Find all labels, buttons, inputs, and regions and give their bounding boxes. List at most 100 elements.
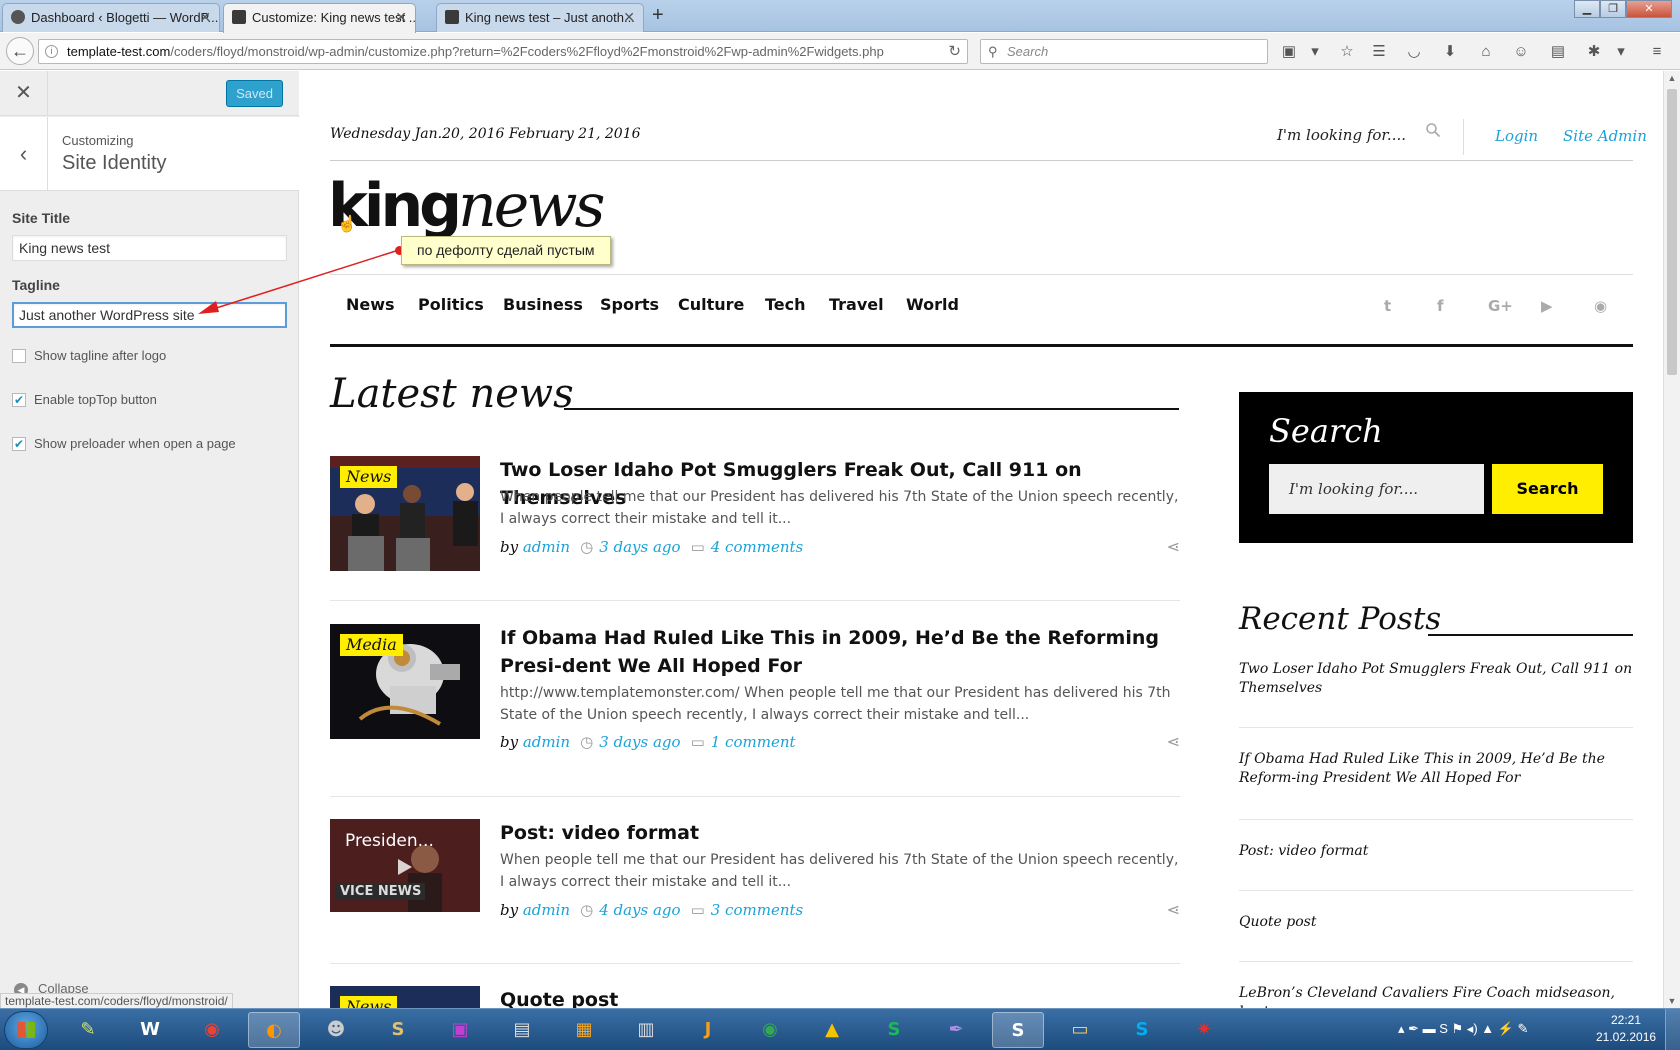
search-icon[interactable]: [1425, 122, 1441, 138]
tab-customize[interactable]: Customize: King news test ... ✕: [223, 3, 416, 33]
saved-button[interactable]: Saved: [226, 80, 283, 107]
scroll-up-icon[interactable]: ▲: [1664, 73, 1680, 83]
post-title[interactable]: Post: video format: [500, 819, 1180, 847]
clock[interactable]: 22:21 21.02.2016: [1596, 1012, 1656, 1046]
menu-item-world[interactable]: World: [906, 295, 959, 314]
close-customizer-icon[interactable]: ✕: [0, 71, 48, 116]
site-admin-link[interactable]: Site Admin: [1563, 127, 1647, 145]
notepad-icon[interactable]: ✎: [62, 1012, 114, 1048]
preview-scrollbar[interactable]: ▲ ▼: [1663, 71, 1680, 1008]
pocket-icon[interactable]: ◡: [1405, 43, 1423, 61]
chrome-icon[interactable]: ◉: [744, 1012, 796, 1048]
menu-item-culture[interactable]: Culture: [678, 295, 744, 314]
recent-post-link[interactable]: Quote post: [1239, 913, 1633, 932]
mask-app-icon[interactable]: ☻: [310, 1012, 362, 1048]
menu-item-travel[interactable]: Travel: [829, 295, 884, 314]
close-window-button[interactable]: ✕: [1626, 0, 1672, 18]
post-thumbnail[interactable]: News: [330, 986, 480, 1008]
menu-item-politics[interactable]: Politics: [418, 295, 484, 314]
minimize-window-button[interactable]: ▁: [1574, 0, 1600, 18]
site-logo[interactable]: kingnews: [328, 171, 605, 241]
chat-icon[interactable]: ☺: [1512, 43, 1530, 61]
date-link[interactable]: 3 days ago: [599, 538, 680, 556]
rss-icon[interactable]: ◉: [1594, 297, 1607, 315]
youtube-icon[interactable]: ▶: [1541, 297, 1553, 315]
share-icon[interactable]: ⋖: [1167, 900, 1180, 919]
author-link[interactable]: admin: [523, 901, 570, 919]
screenshot-icon[interactable]: ▣: [1280, 43, 1298, 61]
category-badge[interactable]: News: [340, 466, 398, 488]
menu-item-business[interactable]: Business: [503, 295, 583, 314]
home-icon[interactable]: ⌂: [1477, 43, 1495, 61]
author-link[interactable]: admin: [523, 733, 570, 751]
calculator-icon[interactable]: ▥: [620, 1012, 672, 1048]
post-title[interactable]: If Obama Had Ruled Like This in 2009, He…: [500, 624, 1180, 680]
share-icon[interactable]: ⋖: [1167, 537, 1180, 556]
phpstorm-icon[interactable]: ▣: [434, 1012, 486, 1048]
recent-post-link[interactable]: Two Loser Idaho Pot Smugglers Freak Out,…: [1239, 660, 1633, 698]
triangle-app-icon[interactable]: ▲: [806, 1012, 858, 1048]
menu-icon[interactable]: ≡: [1648, 43, 1666, 61]
show-preloader-checkbox[interactable]: ✔: [12, 437, 26, 451]
facebook-icon[interactable]: f: [1437, 297, 1444, 315]
login-link[interactable]: Login: [1495, 127, 1538, 145]
save-floppy-icon[interactable]: ▤: [496, 1012, 548, 1048]
browser-search-input[interactable]: ⚲ Search: [980, 39, 1268, 64]
dropdown-arrow-icon[interactable]: ▾: [1306, 43, 1324, 61]
video-thumbnail[interactable]: Presiden... VICE NEWS: [330, 819, 480, 912]
scroll-down-icon[interactable]: ▼: [1664, 996, 1680, 1006]
chrome-remote-icon[interactable]: ◉: [186, 1012, 238, 1048]
reload-icon[interactable]: ↻: [948, 40, 961, 63]
world-of-tanks-icon[interactable]: W: [124, 1012, 176, 1048]
new-tab-button[interactable]: +: [652, 4, 664, 27]
comments-link[interactable]: 1 comment: [711, 733, 796, 751]
share-icon[interactable]: ⋖: [1167, 732, 1180, 751]
site-info-icon[interactable]: i: [45, 45, 58, 58]
search-widget-button[interactable]: Search: [1492, 464, 1603, 514]
post-title[interactable]: Quote post: [500, 986, 1180, 1008]
recent-post-link[interactable]: If Obama Had Ruled Like This in 2009, He…: [1239, 750, 1633, 788]
search-widget-input[interactable]: I'm looking for....: [1269, 464, 1484, 514]
start-button[interactable]: [4, 1011, 48, 1049]
show-tagline-checkbox[interactable]: [12, 349, 26, 363]
back-button[interactable]: ←: [6, 37, 34, 65]
date-link[interactable]: 3 days ago: [599, 733, 680, 751]
pdf-icon[interactable]: ▦: [558, 1012, 610, 1048]
close-tab-icon[interactable]: ✕: [623, 9, 635, 26]
back-chevron-icon[interactable]: ‹: [0, 117, 48, 191]
menu-item-tech[interactable]: Tech: [765, 295, 806, 314]
comments-link[interactable]: 4 comments: [711, 538, 803, 556]
skype-icon[interactable]: S: [1116, 1012, 1168, 1048]
category-badge[interactable]: Media: [340, 634, 403, 656]
date-link[interactable]: 4 days ago: [599, 901, 680, 919]
addon-icon[interactable]: ✱: [1585, 43, 1603, 61]
close-tab-icon[interactable]: ✕: [199, 9, 211, 26]
bookmarks-list-icon[interactable]: ☰: [1370, 43, 1388, 61]
twitter-icon[interactable]: t: [1384, 297, 1391, 315]
author-link[interactable]: admin: [523, 538, 570, 556]
show-desktop-button[interactable]: [1665, 1009, 1680, 1050]
tab-site-preview[interactable]: King news test – Just anoth... ✕: [436, 3, 644, 32]
bookmark-star-icon[interactable]: ☆: [1338, 43, 1356, 61]
comments-link[interactable]: 3 comments: [711, 901, 803, 919]
jetbrains-icon[interactable]: J: [682, 1012, 734, 1048]
recent-post-link[interactable]: LeBron’s Cleveland Cavaliers Fire Coach …: [1239, 984, 1633, 1008]
address-bar[interactable]: i template-test.com/coders/floyd/monstro…: [38, 39, 968, 64]
s-app-icon[interactable]: S: [868, 1012, 920, 1048]
maximize-window-button[interactable]: ❐: [1600, 0, 1626, 18]
extension-icon[interactable]: ▤: [1549, 43, 1567, 61]
feather-icon[interactable]: ✒: [930, 1012, 982, 1048]
download-icon[interactable]: ⬇: [1441, 43, 1459, 61]
firefox-icon[interactable]: ◐: [248, 1012, 300, 1048]
scrollbar-thumb[interactable]: [1667, 89, 1677, 375]
sublime-text-icon[interactable]: S: [992, 1012, 1044, 1048]
dropdown-arrow-icon[interactable]: ▾: [1612, 43, 1630, 61]
close-tab-icon[interactable]: ✕: [395, 9, 407, 26]
header-search-input[interactable]: I'm looking for....: [1277, 126, 1406, 144]
enable-totop-checkbox[interactable]: ✔: [12, 393, 26, 407]
system-tray[interactable]: ▴ ✒ ▬ S ⚑ ◂) ▲ ⚡ ✎: [1398, 1021, 1528, 1037]
sublime-icon[interactable]: S: [372, 1012, 424, 1048]
category-badge[interactable]: News: [340, 996, 398, 1008]
menu-item-sports[interactable]: Sports: [600, 295, 659, 314]
google-plus-icon[interactable]: G+: [1488, 297, 1513, 315]
